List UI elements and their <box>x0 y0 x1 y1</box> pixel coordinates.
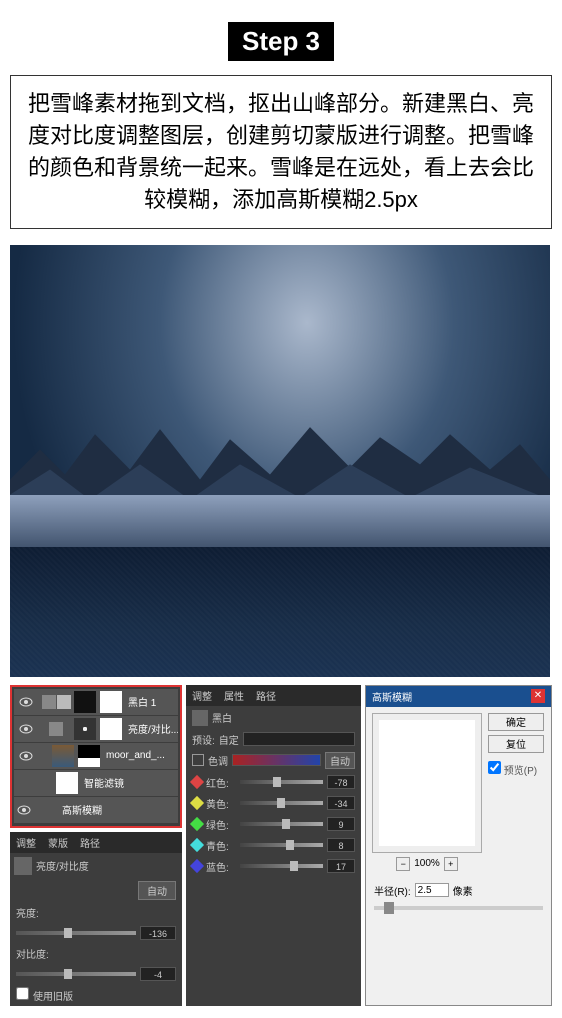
tint-swatch[interactable] <box>192 754 204 766</box>
color-value[interactable]: -34 <box>327 796 355 810</box>
color-slider[interactable]: .c-row:nth-child(4) .sl:after{left:55%} <box>240 843 323 847</box>
preset-dropdown[interactable] <box>243 732 355 746</box>
color-slider[interactable]: .c-row:nth-child(3) .sl:after{left:50%} <box>240 822 323 826</box>
visibility-icon[interactable] <box>18 721 34 737</box>
preview-checkbox[interactable] <box>488 761 501 774</box>
adj-icon <box>14 857 32 875</box>
adj-thumb <box>74 718 96 740</box>
color-gem <box>190 817 204 831</box>
color-value[interactable]: 9 <box>327 817 355 831</box>
mask-thumb <box>100 718 122 740</box>
color-gem <box>190 859 204 873</box>
tab[interactable]: 调整 <box>10 832 42 853</box>
brightness-value[interactable]: -136 <box>140 926 176 940</box>
step-description: 把雪峰素材拖到文档，抠出山峰部分。新建黑白、亮度对比度调整图层，创建剪切蒙版进行… <box>10 75 552 229</box>
layer-label: 高斯模糊 <box>60 802 178 817</box>
panel-title: 黑白 <box>212 710 232 725</box>
black-white-panel: 调整 属性 路径 黑白 预设: 自定 色调 自动 红色: .c-row:nth-… <box>186 685 361 1006</box>
color-label: 红色: <box>206 775 236 790</box>
layer-thumb <box>52 745 74 767</box>
radius-unit: 像素 <box>453 883 473 898</box>
layer-label: 亮度/对比... <box>126 721 178 736</box>
panel-tabs: 调整 属性 路径 <box>186 685 361 706</box>
color-slider[interactable]: .c-row:nth-child(1) .sl:after{left:40%} <box>240 780 323 784</box>
layer-row[interactable]: 智能滤镜 <box>14 770 178 796</box>
zoom-in-icon[interactable]: + <box>444 857 458 871</box>
color-label: 蓝色: <box>206 859 236 874</box>
layer-row[interactable]: moor_and_... <box>14 743 178 769</box>
color-label: 青色: <box>206 838 236 853</box>
gaussian-blur-dialog: 高斯模糊 ✕ − 100% + 确定 复位 预览(P) <box>365 685 552 1006</box>
color-slider[interactable]: .c-row:nth-child(2) .sl:after{left:45%} <box>240 801 323 805</box>
result-image <box>10 245 550 677</box>
visibility-icon[interactable] <box>18 694 34 710</box>
color-slider[interactable]: .c-row:nth-child(5) .sl:after{left:60%} <box>240 864 323 868</box>
color-gem <box>190 775 204 789</box>
cancel-button[interactable]: 复位 <box>488 735 544 753</box>
ok-button[interactable]: 确定 <box>488 713 544 731</box>
layer-row[interactable]: 高斯模糊 <box>14 797 178 823</box>
panel-tabs: 调整 蒙版 路径 <box>10 832 182 853</box>
mask-thumb <box>78 745 100 767</box>
zoom-out-icon[interactable]: − <box>396 857 410 871</box>
tab[interactable]: 路径 <box>250 685 282 706</box>
preview-label: 预览(P) <box>504 766 537 777</box>
auto-button[interactable]: 自动 <box>325 752 355 769</box>
visibility-icon[interactable] <box>16 802 32 818</box>
color-value[interactable]: 17 <box>327 859 355 873</box>
radius-input[interactable] <box>415 883 449 897</box>
adj-thumb <box>74 691 96 713</box>
mask-thumb <box>100 691 122 713</box>
tab[interactable]: 路径 <box>74 832 106 853</box>
brightness-label: 亮度: <box>16 905 52 920</box>
tint-label: 色调 <box>208 753 228 768</box>
close-icon[interactable]: ✕ <box>531 689 545 703</box>
dialog-title: 高斯模糊 <box>372 689 412 704</box>
tint-bar[interactable] <box>232 754 321 766</box>
tab[interactable]: 属性 <box>218 685 250 706</box>
color-label: 黄色: <box>206 796 236 811</box>
clip-icon <box>38 695 74 709</box>
brightness-contrast-panel: 调整 蒙版 路径 亮度/对比度 自动 亮度: -136 对比度: <box>10 832 182 1006</box>
auto-button[interactable]: 自动 <box>138 881 176 900</box>
contrast-slider[interactable] <box>16 972 136 976</box>
layer-row[interactable]: 黑白 1 <box>14 689 178 715</box>
preset-label: 预设: <box>192 732 215 747</box>
zoom-pct: 100% <box>414 858 440 869</box>
filter-thumb <box>56 772 78 794</box>
color-gem <box>190 838 204 852</box>
radius-slider[interactable] <box>374 906 543 910</box>
preset-value: 自定 <box>219 732 239 747</box>
contrast-value[interactable]: -4 <box>140 967 176 981</box>
legacy-checkbox[interactable] <box>16 987 29 1000</box>
panel-title: 亮度/对比度 <box>36 858 89 873</box>
layers-panel: 黑白 1 亮度/对比... moor_and_... <box>10 685 182 828</box>
tab[interactable]: 蒙版 <box>42 832 74 853</box>
tab[interactable]: 调整 <box>186 685 218 706</box>
layer-row[interactable]: 亮度/对比... <box>14 716 178 742</box>
layer-label: 智能滤镜 <box>82 775 178 790</box>
color-value[interactable]: 8 <box>327 838 355 852</box>
layer-label: moor_and_... <box>104 750 178 761</box>
radius-label: 半径(R): <box>374 883 411 898</box>
visibility-icon[interactable] <box>18 748 34 764</box>
brightness-slider[interactable] <box>16 931 136 935</box>
contrast-label: 对比度: <box>16 946 52 961</box>
color-label: 绿色: <box>206 817 236 832</box>
preview-area <box>372 713 482 853</box>
legacy-label: 使用旧版 <box>33 992 73 1003</box>
layer-label: 黑白 1 <box>126 694 178 709</box>
color-gem <box>190 796 204 810</box>
step-badge: Step 3 <box>228 22 334 61</box>
clip-icon <box>38 722 74 736</box>
color-value[interactable]: -78 <box>327 775 355 789</box>
bw-icon <box>192 710 208 726</box>
